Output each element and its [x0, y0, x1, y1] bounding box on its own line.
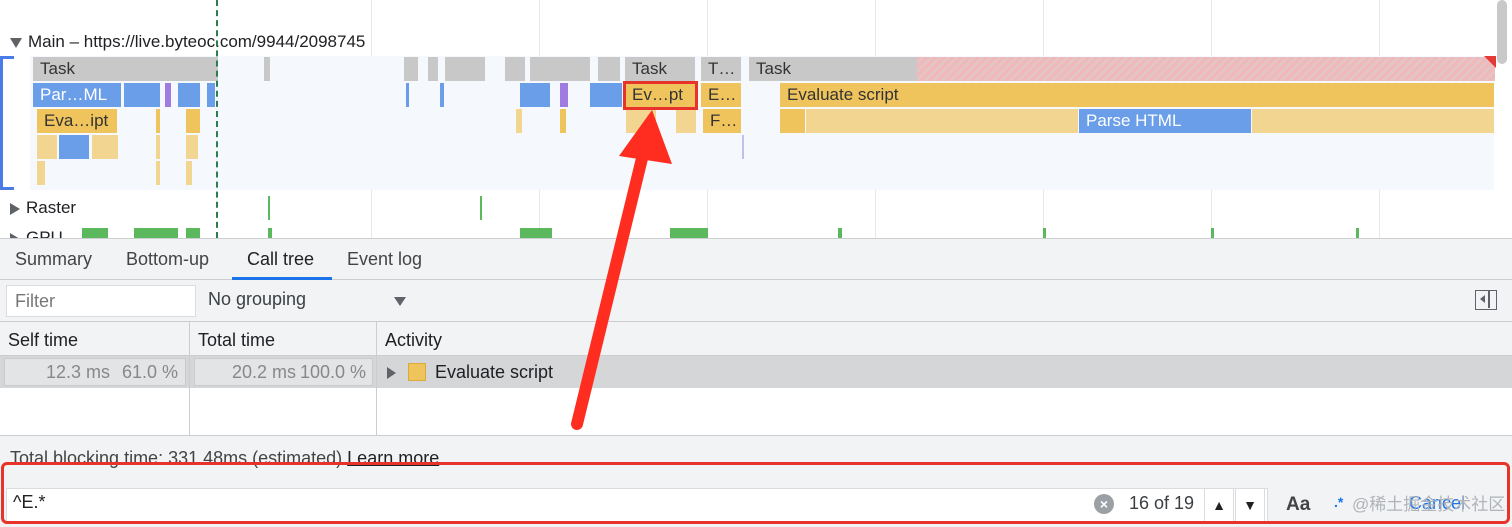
annotation-arrow	[571, 110, 672, 430]
